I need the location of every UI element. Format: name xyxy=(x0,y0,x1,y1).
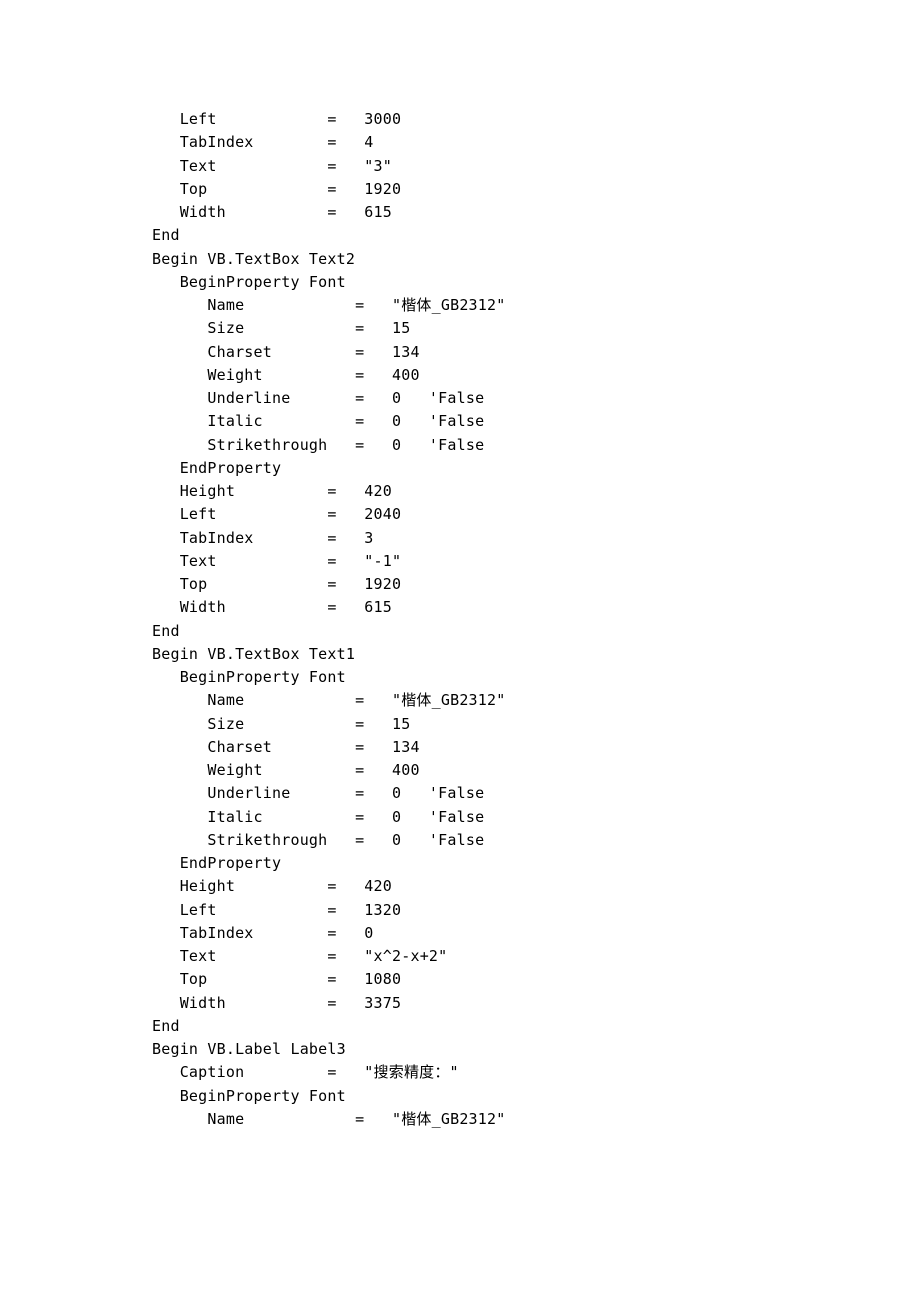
document-page: Left = 3000 TabIndex = 4 Text = "3" Top … xyxy=(0,0,920,1302)
code-listing: Left = 3000 TabIndex = 4 Text = "3" Top … xyxy=(0,108,920,1131)
